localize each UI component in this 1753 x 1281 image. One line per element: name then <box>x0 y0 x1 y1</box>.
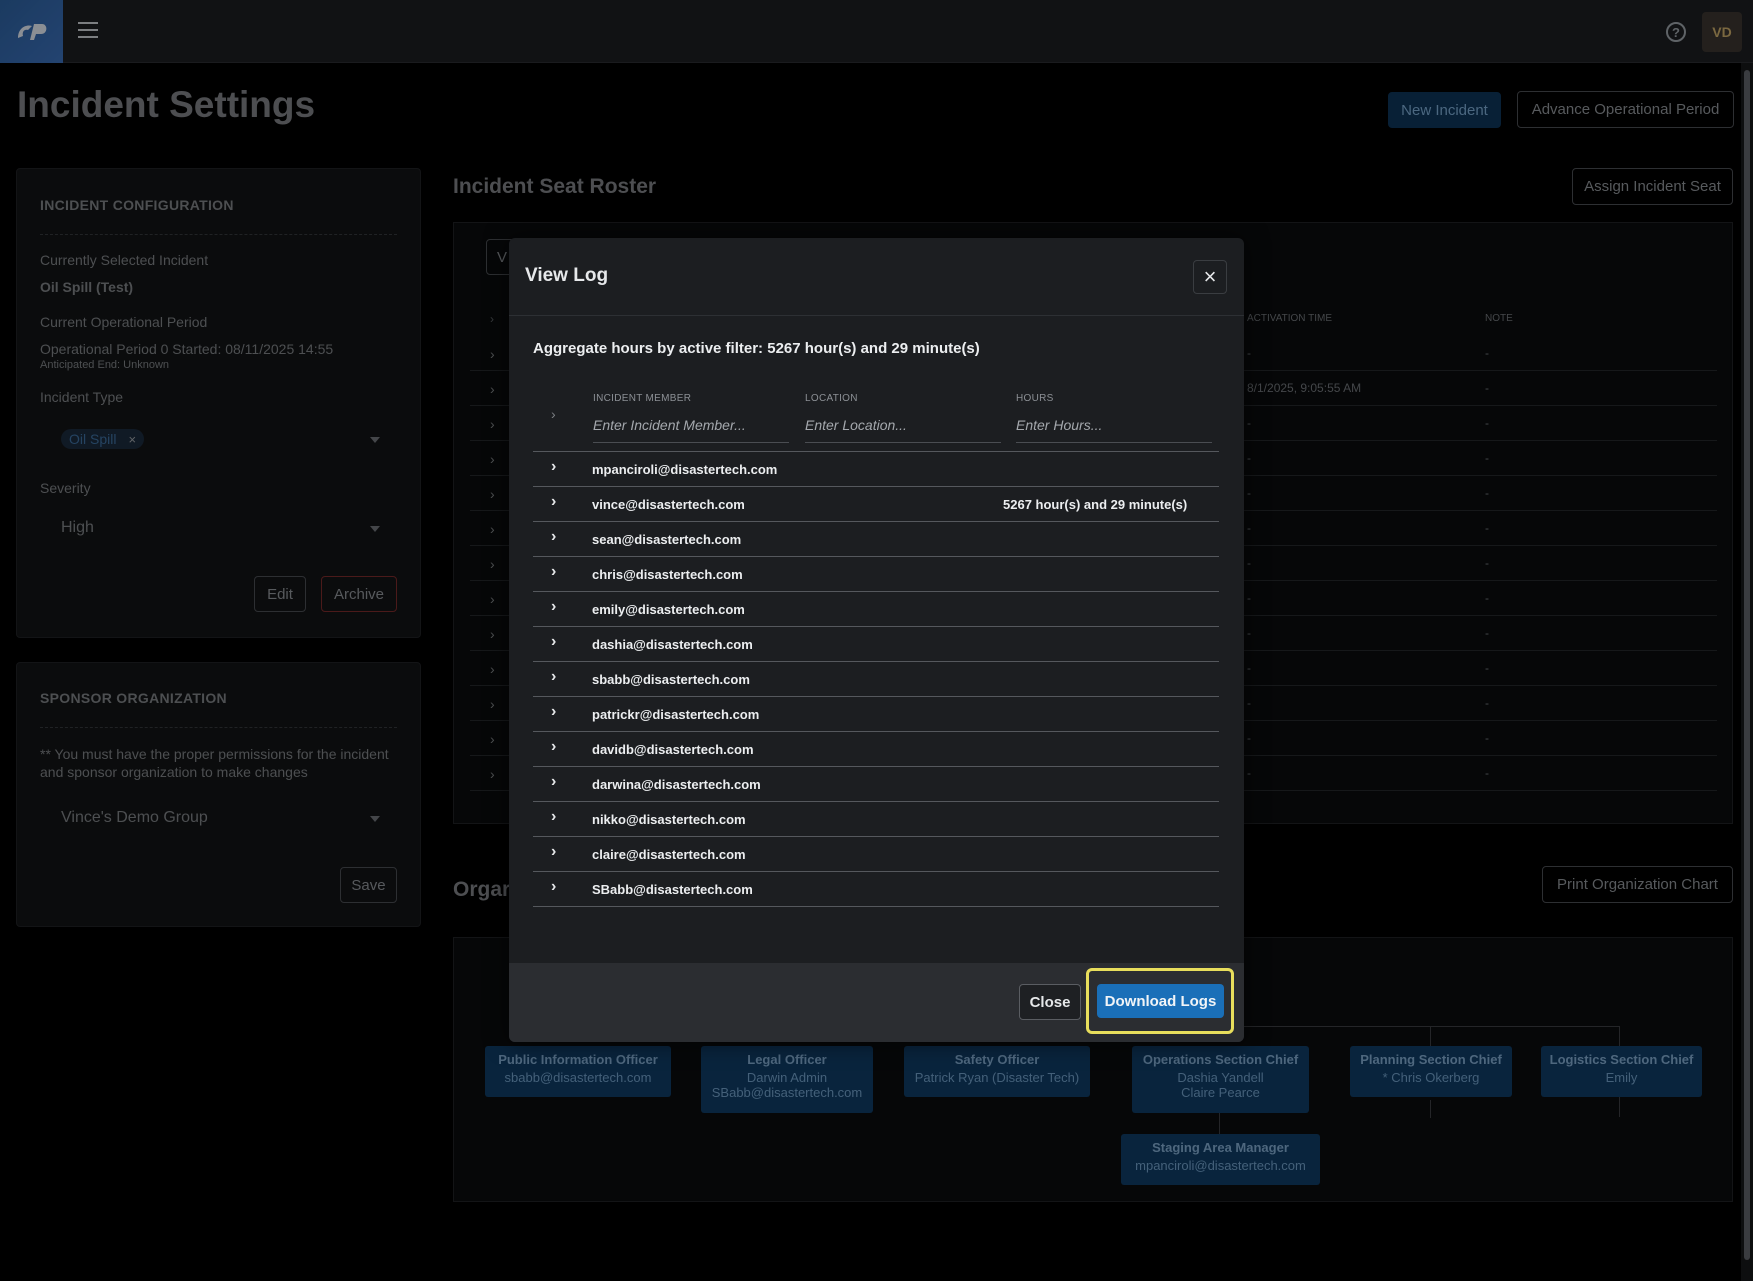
page-scrollbar-thumb[interactable] <box>1744 70 1750 1260</box>
log-row[interactable]: › SBabb@disastertech.com <box>533 872 1219 907</box>
aggregate-hours-text: Aggregate hours by active filter: 5267 h… <box>533 340 980 357</box>
download-logs-button[interactable]: Download Logs <box>1097 984 1224 1018</box>
expand-chevron-icon[interactable]: › <box>551 878 556 896</box>
modal-divider <box>509 315 1244 316</box>
location-filter-input[interactable]: Enter Location... <box>805 415 1001 443</box>
member-email: patrickr@disastertech.com <box>592 707 760 722</box>
close-icon[interactable]: × <box>1193 260 1227 294</box>
modal-title: View Log <box>525 265 609 286</box>
log-row[interactable]: › emily@disastertech.com <box>533 592 1219 627</box>
expand-chevron-icon[interactable]: › <box>551 493 556 511</box>
header-chevron-icon[interactable]: › <box>551 406 556 422</box>
view-log-modal: View Log × Aggregate hours by active fil… <box>509 238 1244 1042</box>
modal-footer: Close Download Logs <box>509 963 1244 1042</box>
member-email: claire@disastertech.com <box>592 847 746 862</box>
expand-chevron-icon[interactable]: › <box>551 598 556 616</box>
member-email: vince@disastertech.com <box>592 497 745 512</box>
expand-chevron-icon[interactable]: › <box>551 773 556 791</box>
member-email: chris@disastertech.com <box>592 567 743 582</box>
close-button[interactable]: Close <box>1019 984 1081 1020</box>
expand-chevron-icon[interactable]: › <box>551 458 556 476</box>
expand-chevron-icon[interactable]: › <box>551 703 556 721</box>
log-row[interactable]: › patrickr@disastertech.com <box>533 697 1219 732</box>
member-email: davidb@disastertech.com <box>592 742 754 757</box>
log-row[interactable]: › darwina@disastertech.com <box>533 767 1219 802</box>
log-row[interactable]: › sean@disastertech.com <box>533 522 1219 557</box>
log-row[interactable]: › vince@disastertech.com 5267 hour(s) and … <box>533 487 1219 522</box>
member-email: nikko@disastertech.com <box>592 812 746 827</box>
expand-chevron-icon[interactable]: › <box>551 633 556 651</box>
member-email: SBabb@disastertech.com <box>592 882 753 897</box>
expand-chevron-icon[interactable]: › <box>551 563 556 581</box>
expand-chevron-icon[interactable]: › <box>551 668 556 686</box>
log-row[interactable]: › davidb@disastertech.com <box>533 732 1219 767</box>
incident-member-filter-input[interactable]: Enter Incident Member... <box>593 415 789 443</box>
log-row[interactable]: › mpanciroli@disastertech.com <box>533 452 1219 487</box>
log-row[interactable]: › chris@disastertech.com <box>533 557 1219 592</box>
log-row[interactable]: › claire@disastertech.com <box>533 837 1219 872</box>
member-email: emily@disastertech.com <box>592 602 745 617</box>
hours-filter-input[interactable]: Enter Hours... <box>1016 415 1212 443</box>
member-email: sbabb@disastertech.com <box>592 672 750 687</box>
log-row[interactable]: › nikko@disastertech.com <box>533 802 1219 837</box>
location-header: LOCATION <box>805 393 858 404</box>
expand-chevron-icon[interactable]: › <box>551 843 556 861</box>
log-row[interactable]: › dashia@disastertech.com <box>533 627 1219 662</box>
expand-chevron-icon[interactable]: › <box>551 528 556 546</box>
expand-chevron-icon[interactable]: › <box>551 808 556 826</box>
incident-member-header: INCIDENT MEMBER <box>593 393 692 404</box>
expand-chevron-icon[interactable]: › <box>551 738 556 756</box>
member-hours: 5267 hour(s) and 29 minute(s) <box>1003 497 1188 512</box>
log-row[interactable]: › sbabb@disastertech.com <box>533 662 1219 697</box>
hours-header: HOURS <box>1016 393 1054 404</box>
member-email: sean@disastertech.com <box>592 532 742 547</box>
member-email: darwina@disastertech.com <box>592 777 761 792</box>
download-logs-highlight: Download Logs <box>1086 968 1234 1034</box>
member-email: mpanciroli@disastertech.com <box>592 462 778 477</box>
member-email: dashia@disastertech.com <box>592 637 753 652</box>
